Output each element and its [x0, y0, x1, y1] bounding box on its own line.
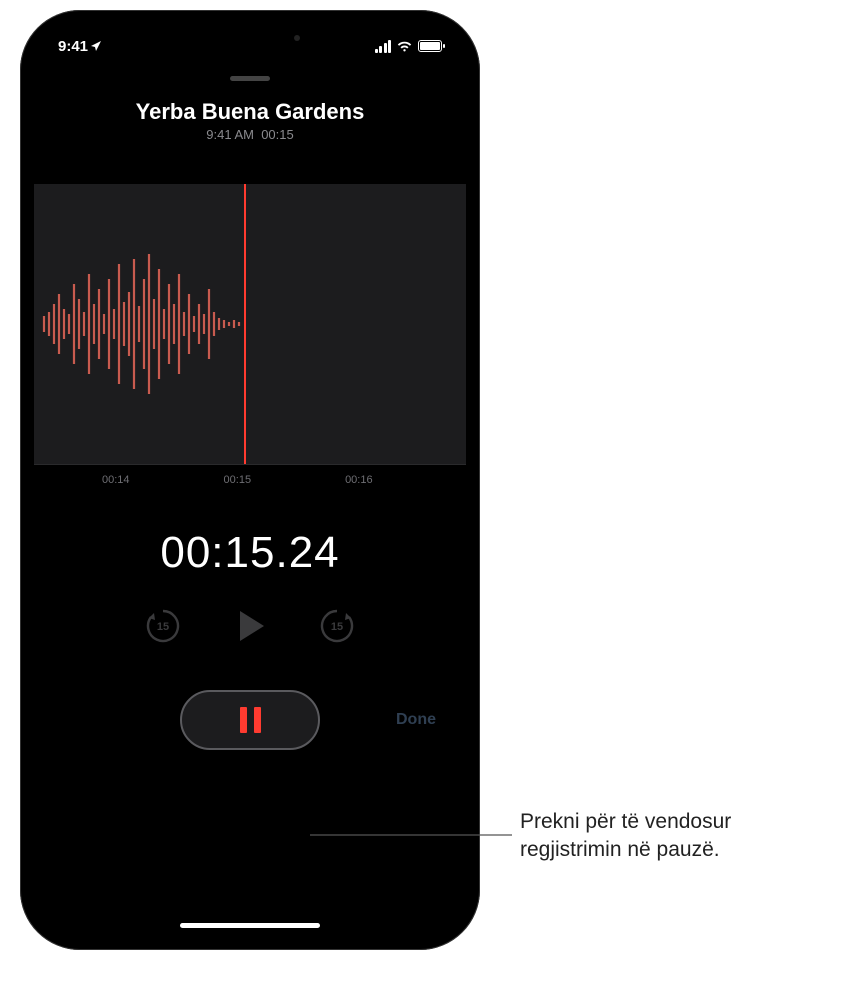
recording-subtitle: 9:41 AM 00:15: [34, 127, 466, 142]
elapsed-timer: 00:15.24: [34, 528, 466, 578]
callout-annotation: Prekni për të vendosur regjistrimin në p…: [520, 808, 820, 865]
waveform-display[interactable]: [34, 184, 466, 464]
status-time: 9:41: [58, 38, 88, 55]
phone-screen: 9:41 Yerba Buena Gardens 9:41 AM 00: [34, 24, 466, 936]
skip-back-15-button[interactable]: 15: [144, 607, 182, 645]
pause-icon: [240, 707, 261, 733]
timeline-tick: 00:14: [102, 474, 130, 486]
playback-controls: 15 15: [34, 606, 466, 646]
cellular-signal-icon: [375, 40, 392, 53]
done-button[interactable]: Done: [396, 711, 436, 729]
svg-text:15: 15: [331, 621, 343, 633]
phone-frame: 9:41 Yerba Buena Gardens 9:41 AM 00: [20, 10, 480, 950]
sheet-grabber[interactable]: [230, 76, 270, 81]
timeline-tick: 00:16: [345, 474, 373, 486]
location-arrow-icon: [90, 40, 102, 52]
timeline-ruler[interactable]: 00:14 00:15 00:16: [34, 464, 466, 494]
recording-title: Yerba Buena Gardens: [34, 99, 466, 125]
home-indicator[interactable]: [180, 923, 320, 928]
wifi-icon: [396, 40, 413, 53]
play-button[interactable]: [230, 606, 270, 646]
svg-text:15: 15: [157, 621, 169, 633]
playhead[interactable]: [244, 184, 246, 464]
battery-icon: [418, 40, 442, 52]
skip-forward-15-button[interactable]: 15: [318, 607, 356, 645]
notch: [160, 24, 340, 52]
pause-recording-button[interactable]: [180, 690, 320, 750]
timeline-tick: 00:15: [224, 474, 252, 486]
